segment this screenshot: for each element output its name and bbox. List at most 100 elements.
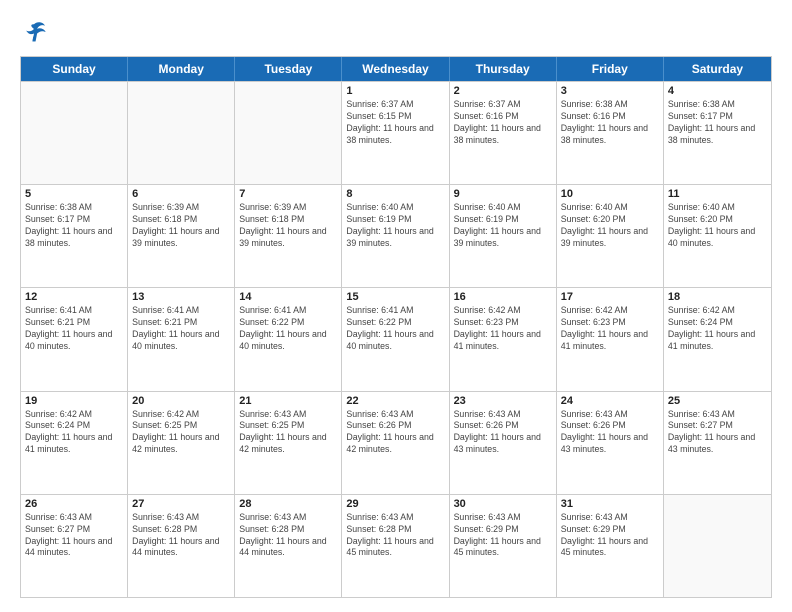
day-number: 4 — [668, 85, 767, 97]
calendar-cell: 12 Sunrise: 6:41 AM Sunset: 6:21 PM Dayli… — [21, 288, 128, 390]
calendar-header-day: Wednesday — [342, 57, 449, 81]
day-info: Sunrise: 6:43 AM Sunset: 6:26 PM Dayligh… — [346, 409, 444, 457]
day-number: 24 — [561, 395, 659, 407]
day-info: Sunrise: 6:41 AM Sunset: 6:21 PM Dayligh… — [25, 305, 123, 353]
day-info: Sunrise: 6:42 AM Sunset: 6:25 PM Dayligh… — [132, 409, 230, 457]
day-info: Sunrise: 6:38 AM Sunset: 6:16 PM Dayligh… — [561, 99, 659, 147]
day-info: Sunrise: 6:39 AM Sunset: 6:18 PM Dayligh… — [132, 202, 230, 250]
day-number: 8 — [346, 188, 444, 200]
day-info: Sunrise: 6:39 AM Sunset: 6:18 PM Dayligh… — [239, 202, 337, 250]
day-info: Sunrise: 6:41 AM Sunset: 6:22 PM Dayligh… — [346, 305, 444, 353]
day-number: 26 — [25, 498, 123, 510]
calendar-cell: 16 Sunrise: 6:42 AM Sunset: 6:23 PM Dayli… — [450, 288, 557, 390]
calendar-cell: 14Sunrise: 6:41 AM Sunset: 6:22 PM Dayli… — [235, 288, 342, 390]
calendar-cell: 27 Sunrise: 6:43 AM Sunset: 6:28 PM Dayli… — [128, 495, 235, 597]
page: SundayMondayTuesdayWednesdayThursdayFrid… — [0, 0, 792, 612]
calendar-cell: 4 Sunrise: 6:38 AM Sunset: 6:17 PM Daylig… — [664, 82, 771, 184]
calendar-week-row: 12 Sunrise: 6:41 AM Sunset: 6:21 PM Dayli… — [21, 287, 771, 390]
calendar-cell: 13 Sunrise: 6:41 AM Sunset: 6:21 PM Dayli… — [128, 288, 235, 390]
calendar-cell: 22Sunrise: 6:43 AM Sunset: 6:26 PM Dayli… — [342, 392, 449, 494]
day-number: 21 — [239, 395, 337, 407]
day-info: Sunrise: 6:40 AM Sunset: 6:19 PM Dayligh… — [454, 202, 552, 250]
day-number: 2 — [454, 85, 552, 97]
calendar-cell: 1 Sunrise: 6:37 AM Sunset: 6:15 PM Daylig… — [342, 82, 449, 184]
day-number: 29 — [346, 498, 444, 510]
calendar-cell: 24 Sunrise: 6:43 AM Sunset: 6:26 PM Dayli… — [557, 392, 664, 494]
day-number: 18 — [668, 291, 767, 303]
calendar-header-day: Friday — [557, 57, 664, 81]
calendar-cell: 15Sunrise: 6:41 AM Sunset: 6:22 PM Dayli… — [342, 288, 449, 390]
day-number: 5 — [25, 188, 123, 200]
day-info: Sunrise: 6:40 AM Sunset: 6:20 PM Dayligh… — [561, 202, 659, 250]
calendar-cell — [664, 495, 771, 597]
day-number: 6 — [132, 188, 230, 200]
day-info: Sunrise: 6:43 AM Sunset: 6:28 PM Dayligh… — [346, 512, 444, 560]
day-info: Sunrise: 6:42 AM Sunset: 6:23 PM Dayligh… — [454, 305, 552, 353]
calendar-cell: 6 Sunrise: 6:39 AM Sunset: 6:18 PM Daylig… — [128, 185, 235, 287]
day-info: Sunrise: 6:43 AM Sunset: 6:28 PM Dayligh… — [132, 512, 230, 560]
calendar-body: 1 Sunrise: 6:37 AM Sunset: 6:15 PM Daylig… — [21, 81, 771, 597]
calendar-cell: 2 Sunrise: 6:37 AM Sunset: 6:16 PM Daylig… — [450, 82, 557, 184]
calendar-cell — [21, 82, 128, 184]
day-info: Sunrise: 6:37 AM Sunset: 6:16 PM Dayligh… — [454, 99, 552, 147]
calendar-cell — [128, 82, 235, 184]
day-number: 25 — [668, 395, 767, 407]
day-info: Sunrise: 6:38 AM Sunset: 6:17 PM Dayligh… — [25, 202, 123, 250]
day-number: 19 — [25, 395, 123, 407]
day-number: 23 — [454, 395, 552, 407]
calendar-header-day: Thursday — [450, 57, 557, 81]
day-number: 10 — [561, 188, 659, 200]
day-number: 28 — [239, 498, 337, 510]
logo — [20, 18, 52, 46]
day-info: Sunrise: 6:43 AM Sunset: 6:26 PM Dayligh… — [454, 409, 552, 457]
logo-bird-icon — [20, 18, 48, 46]
calendar-cell: 21 Sunrise: 6:43 AM Sunset: 6:25 PM Dayli… — [235, 392, 342, 494]
day-info: Sunrise: 6:38 AM Sunset: 6:17 PM Dayligh… — [668, 99, 767, 147]
day-number: 3 — [561, 85, 659, 97]
day-info: Sunrise: 6:42 AM Sunset: 6:23 PM Dayligh… — [561, 305, 659, 353]
calendar-cell: 17 Sunrise: 6:42 AM Sunset: 6:23 PM Dayli… — [557, 288, 664, 390]
day-info: Sunrise: 6:40 AM Sunset: 6:20 PM Dayligh… — [668, 202, 767, 250]
day-info: Sunrise: 6:43 AM Sunset: 6:27 PM Dayligh… — [668, 409, 767, 457]
calendar-week-row: 1 Sunrise: 6:37 AM Sunset: 6:15 PM Daylig… — [21, 81, 771, 184]
day-info: Sunrise: 6:42 AM Sunset: 6:24 PM Dayligh… — [25, 409, 123, 457]
day-info: Sunrise: 6:43 AM Sunset: 6:28 PM Dayligh… — [239, 512, 337, 560]
day-number: 13 — [132, 291, 230, 303]
calendar-cell: 31Sunrise: 6:43 AM Sunset: 6:29 PM Dayli… — [557, 495, 664, 597]
day-info: Sunrise: 6:43 AM Sunset: 6:25 PM Dayligh… — [239, 409, 337, 457]
calendar-header-day: Tuesday — [235, 57, 342, 81]
calendar-cell: 11 Sunrise: 6:40 AM Sunset: 6:20 PM Dayli… — [664, 185, 771, 287]
day-number: 1 — [346, 85, 444, 97]
day-number: 30 — [454, 498, 552, 510]
day-number: 27 — [132, 498, 230, 510]
calendar-cell — [235, 82, 342, 184]
calendar-header-day: Saturday — [664, 57, 771, 81]
calendar-cell: 9 Sunrise: 6:40 AM Sunset: 6:19 PM Daylig… — [450, 185, 557, 287]
calendar-cell: 18Sunrise: 6:42 AM Sunset: 6:24 PM Dayli… — [664, 288, 771, 390]
calendar-cell: 25 Sunrise: 6:43 AM Sunset: 6:27 PM Dayli… — [664, 392, 771, 494]
calendar-cell: 20 Sunrise: 6:42 AM Sunset: 6:25 PM Dayli… — [128, 392, 235, 494]
day-info: Sunrise: 6:41 AM Sunset: 6:21 PM Dayligh… — [132, 305, 230, 353]
calendar-cell: 10 Sunrise: 6:40 AM Sunset: 6:20 PM Dayli… — [557, 185, 664, 287]
day-info: Sunrise: 6:41 AM Sunset: 6:22 PM Dayligh… — [239, 305, 337, 353]
day-number: 11 — [668, 188, 767, 200]
calendar-header-row: SundayMondayTuesdayWednesdayThursdayFrid… — [21, 57, 771, 81]
day-info: Sunrise: 6:43 AM Sunset: 6:29 PM Dayligh… — [561, 512, 659, 560]
calendar-cell: 19 Sunrise: 6:42 AM Sunset: 6:24 PM Dayli… — [21, 392, 128, 494]
day-number: 16 — [454, 291, 552, 303]
day-number: 9 — [454, 188, 552, 200]
calendar-cell: 5 Sunrise: 6:38 AM Sunset: 6:17 PM Daylig… — [21, 185, 128, 287]
day-number: 17 — [561, 291, 659, 303]
day-number: 7 — [239, 188, 337, 200]
day-info: Sunrise: 6:43 AM Sunset: 6:26 PM Dayligh… — [561, 409, 659, 457]
calendar-week-row: 26Sunrise: 6:43 AM Sunset: 6:27 PM Dayli… — [21, 494, 771, 597]
day-info: Sunrise: 6:37 AM Sunset: 6:15 PM Dayligh… — [346, 99, 444, 147]
calendar-week-row: 19 Sunrise: 6:42 AM Sunset: 6:24 PM Dayli… — [21, 391, 771, 494]
calendar-header-day: Monday — [128, 57, 235, 81]
day-number: 12 — [25, 291, 123, 303]
calendar-header-day: Sunday — [21, 57, 128, 81]
calendar-cell: 26Sunrise: 6:43 AM Sunset: 6:27 PM Dayli… — [21, 495, 128, 597]
day-number: 20 — [132, 395, 230, 407]
calendar-cell: 7 Sunrise: 6:39 AM Sunset: 6:18 PM Daylig… — [235, 185, 342, 287]
calendar: SundayMondayTuesdayWednesdayThursdayFrid… — [20, 56, 772, 598]
